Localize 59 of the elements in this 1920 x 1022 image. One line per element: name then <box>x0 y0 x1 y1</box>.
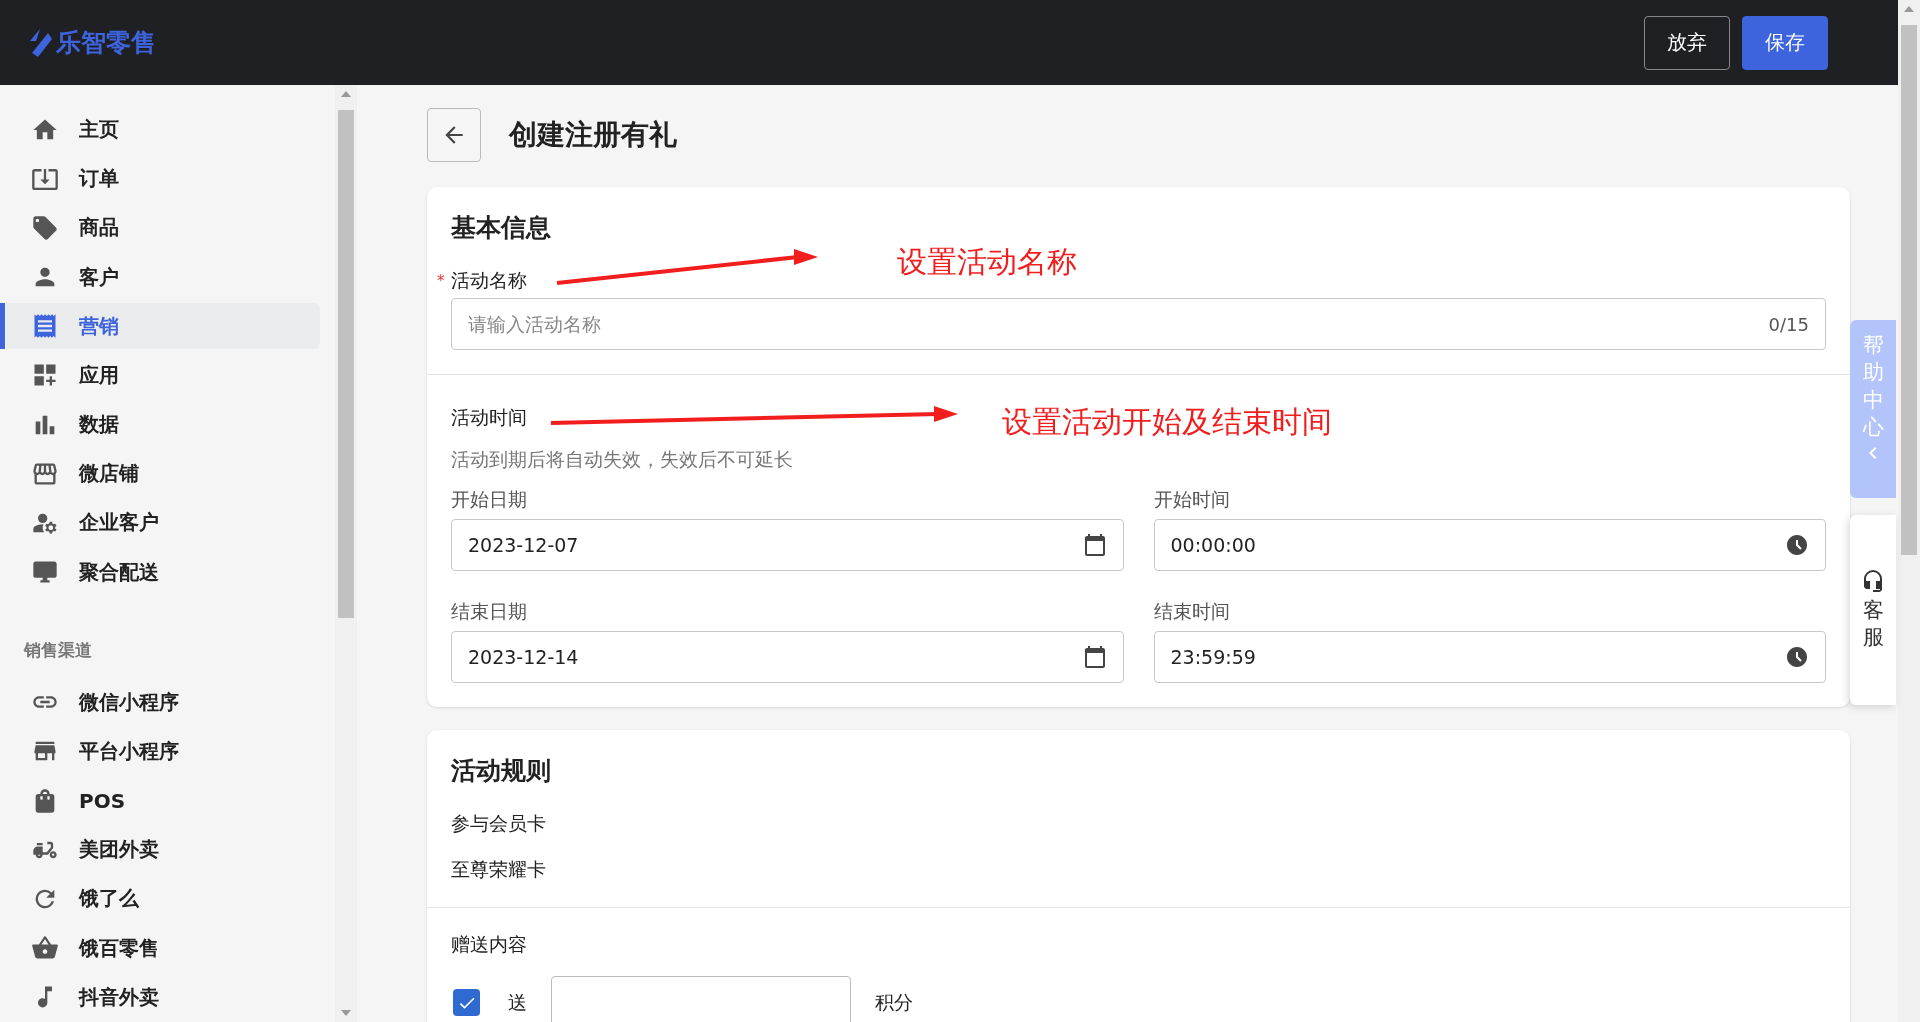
gift-suffix: 积分 <box>875 989 913 1015</box>
sidebar-item[interactable]: 聚合配送 <box>0 549 320 595</box>
sidebar-item[interactable]: 平台小程序 <box>0 728 320 775</box>
hint-text: 活动到期后将自动失效，失效后不可延长 <box>451 447 794 472</box>
logo-text: 乐智零售 <box>56 27 156 59</box>
clock-icon <box>1785 645 1809 669</box>
section-title: 销售渠道 <box>22 638 93 662</box>
sidebar-item[interactable]: 应用 <box>0 352 320 399</box>
calendar-icon <box>1082 645 1107 669</box>
back-button[interactable] <box>427 108 481 162</box>
field-label: 结束时间 <box>1153 599 1231 624</box>
field-label: 结束日期 <box>451 599 528 624</box>
field-label: 活动时间 <box>451 405 527 430</box>
checkbox[interactable] <box>453 989 480 1016</box>
field-label: 开始时间 <box>1153 487 1231 512</box>
field-label: 活动名称 <box>451 268 527 293</box>
sidebar-item[interactable]: 订单 <box>0 155 320 202</box>
text-input[interactable]: 请输入活动名称 <box>468 313 1769 335</box>
time-field[interactable]: 23:59:59 <box>1153 631 1826 683</box>
required-mark: * <box>437 272 446 290</box>
customer-service-tab[interactable]: 客服 <box>1850 515 1896 705</box>
sidebar-item[interactable]: 美团外卖 <box>0 827 320 873</box>
sidebar-item[interactable]: 数据 <box>0 401 320 448</box>
gift-prefix: 送 <box>508 989 527 1015</box>
field-label: 参与会员卡 <box>451 811 547 836</box>
sidebar-item[interactable]: 微店铺 <box>0 450 320 497</box>
page-scrollbar[interactable] <box>1898 0 1920 1022</box>
time-field[interactable]: 00:00:00 <box>1153 519 1826 571</box>
member-card-name: 至尊荣耀卡 <box>451 857 547 882</box>
annotation-text: 设置活动开始及结束时间 <box>1002 403 1332 441</box>
field-label: 开始日期 <box>451 487 528 512</box>
sidebar-item[interactable]: 营销 <box>0 303 320 350</box>
sidebar-item[interactable]: 微信小程序 <box>0 679 320 726</box>
tag-icon <box>31 213 59 242</box>
card-title: 基本信息 <box>451 212 552 244</box>
sidebar-item[interactable]: 饿百零售 <box>0 925 320 971</box>
calendar-icon <box>1082 533 1107 557</box>
sidebar-item[interactable]: 商品 <box>0 205 320 251</box>
date-field[interactable]: 2023-12-07 <box>451 519 1124 571</box>
sidebar-item[interactable]: POS <box>0 777 320 824</box>
sidebar-item[interactable]: 饿了么 <box>0 876 320 922</box>
annotation-text: 设置活动名称 <box>897 243 1077 281</box>
sidebar-item[interactable]: 抖音外卖 <box>0 974 320 1021</box>
field-label: 赠送内容 <box>451 932 528 957</box>
sidebar-item[interactable]: 企业客户 <box>0 500 320 546</box>
sidebar-item[interactable]: 主页 <box>0 106 320 153</box>
headset-icon <box>1861 568 1885 593</box>
character-counter: 0/15 <box>1768 313 1809 335</box>
card-title: 活动规则 <box>451 755 552 787</box>
sidebar-item[interactable]: 客户 <box>0 254 320 300</box>
input-field[interactable]: 请输入活动名称 0/15 <box>451 298 1826 350</box>
date-field[interactable]: 2023-12-14 <box>451 631 1124 683</box>
save-button[interactable]: 保存 <box>1742 15 1828 70</box>
page-title: 创建注册有礼 <box>509 117 677 153</box>
points-input[interactable] <box>551 976 851 1022</box>
clock-icon <box>1785 533 1809 557</box>
logo-icon <box>28 28 52 57</box>
sidebar-scrollbar[interactable] <box>335 85 357 1022</box>
discard-button[interactable]: 放弃 <box>1644 15 1730 70</box>
